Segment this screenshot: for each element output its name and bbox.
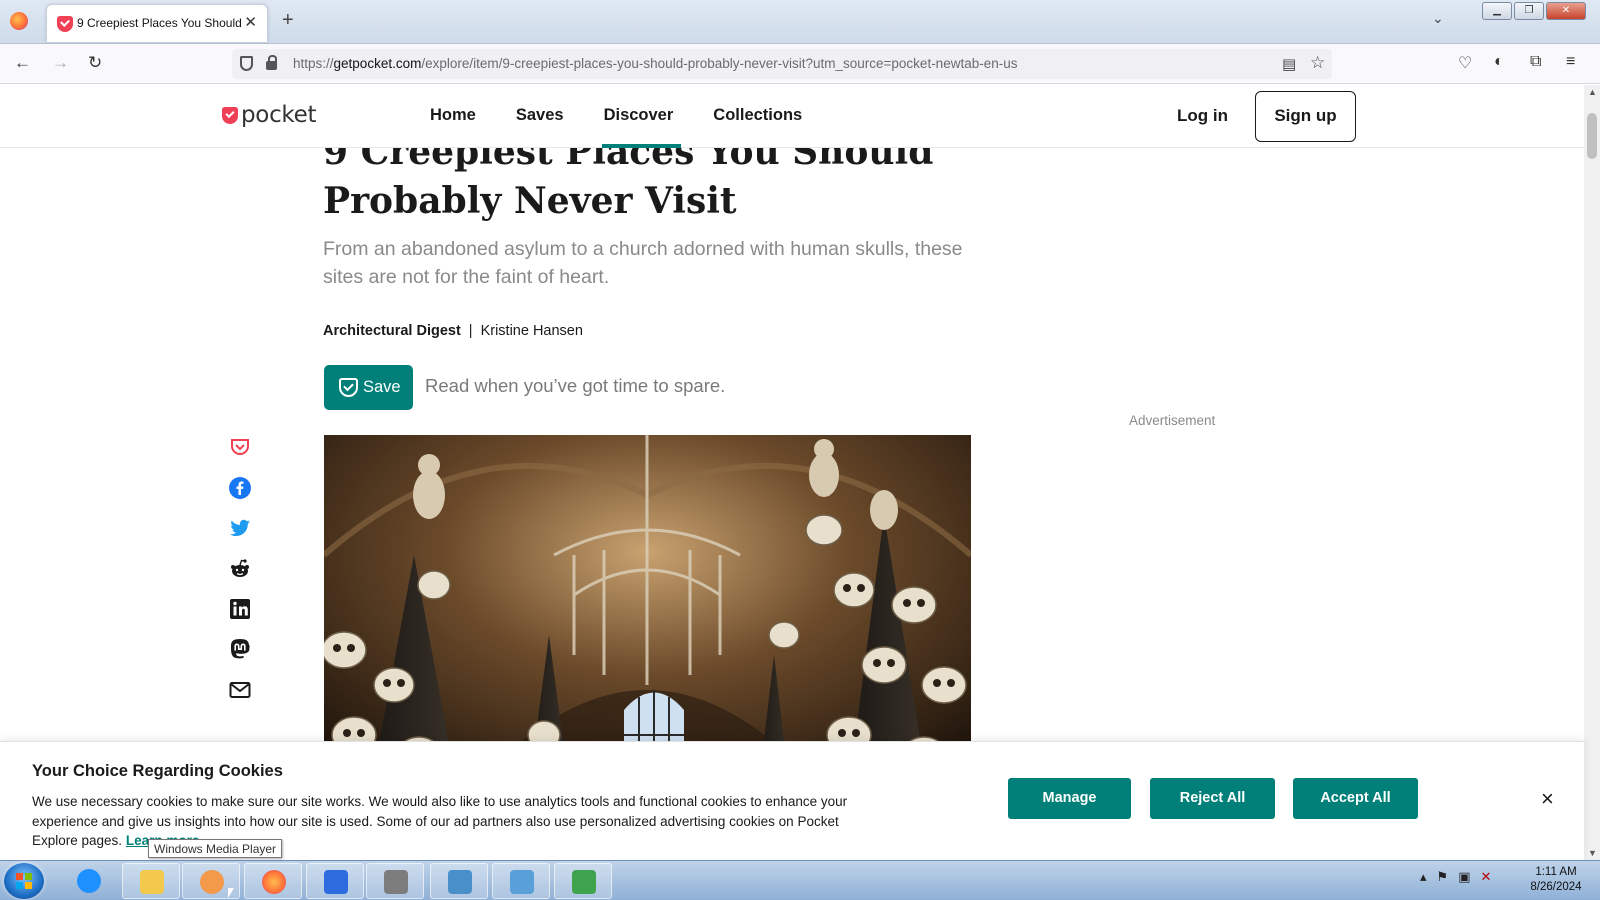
- nav-saves[interactable]: Saves: [516, 85, 564, 148]
- clock-date: 8/26/2024: [1530, 881, 1582, 893]
- windows-taskbar: ▴ ⚑ ▣ ✕ 1:11 AM 8/26/2024: [0, 860, 1600, 900]
- address-bar[interactable]: https://getpocket.com/explore/item/9-cre…: [232, 49, 1332, 79]
- save-label: Save: [363, 378, 401, 396]
- chevron-down-icon[interactable]: ⌄: [1432, 10, 1444, 27]
- taskbar-tooltip: Windows Media Player: [148, 839, 283, 858]
- windows-logo-icon: [16, 873, 32, 889]
- scroll-up-icon[interactable]: ▲: [1588, 87, 1597, 97]
- restore-button[interactable]: ❐: [1514, 2, 1544, 20]
- publisher[interactable]: Architectural Digest: [323, 323, 461, 339]
- manage-button[interactable]: Manage: [1008, 778, 1131, 819]
- forward-icon[interactable]: →: [52, 53, 69, 73]
- mouse-cursor: [228, 888, 234, 898]
- volume-muted-icon[interactable]: ✕: [1480, 869, 1491, 885]
- email-icon[interactable]: [228, 678, 252, 702]
- nav-home[interactable]: Home: [430, 85, 476, 148]
- back-icon[interactable]: ←: [14, 53, 31, 73]
- clock-time: 1:11 AM: [1535, 866, 1577, 878]
- reload-icon[interactable]: ↻: [88, 53, 102, 73]
- pocket-logo[interactable]: pocket: [222, 102, 316, 128]
- twitter-icon[interactable]: [228, 516, 252, 540]
- photo-app-icon[interactable]: [366, 863, 424, 899]
- save-note: Read when you’ve got time to spare.: [425, 375, 726, 396]
- pocket-toolbar-icon[interactable]: ♡: [1458, 53, 1472, 73]
- pocket-logo-icon: [222, 106, 238, 124]
- byline: Architectural Digest | Kristine Hansen: [323, 323, 583, 339]
- site-header: pocket Home Saves Discover Collections L…: [0, 85, 1584, 148]
- nav-collections[interactable]: Collections: [713, 85, 802, 148]
- login-link[interactable]: Log in: [1177, 106, 1228, 126]
- new-tab-icon[interactable]: +: [282, 9, 294, 32]
- byline-separator: |: [468, 323, 473, 339]
- close-window-button[interactable]: ✕: [1546, 2, 1586, 20]
- minimize-button[interactable]: ▁: [1482, 2, 1512, 20]
- cookie-title: Your Choice Regarding Cookies: [32, 762, 283, 780]
- url-host: getpocket.com: [333, 56, 422, 71]
- close-tab-icon[interactable]: ✕: [244, 13, 257, 31]
- pocket-favicon-icon: [57, 16, 73, 32]
- bookmark-star-icon[interactable]: ☆: [1310, 53, 1325, 73]
- browser-tab[interactable]: 9 Creepiest Places You Should Probably N…: [46, 4, 268, 42]
- chart-app-icon[interactable]: [554, 863, 612, 899]
- menu-icon[interactable]: ≡: [1566, 53, 1575, 71]
- accept-all-button[interactable]: Accept All: [1293, 778, 1418, 819]
- url-prefix: https://: [293, 56, 334, 71]
- internet-explorer-icon[interactable]: [60, 863, 118, 899]
- window-controls: ▁ ❐ ✕: [1482, 2, 1586, 20]
- author: Kristine Hansen: [480, 323, 583, 339]
- lock-icon[interactable]: [266, 55, 277, 70]
- facebook-icon[interactable]: [228, 476, 252, 500]
- start-button[interactable]: [4, 863, 44, 899]
- save-button[interactable]: Save: [324, 365, 413, 410]
- nav-discover[interactable]: Discover: [601, 85, 681, 148]
- browser-tab-bar: 9 Creepiest Places You Should Probably N…: [0, 0, 1600, 44]
- url-path: /explore/item/9-creepiest-places-you-sho…: [421, 56, 1018, 71]
- linkedin-icon[interactable]: [228, 597, 252, 621]
- network-icon[interactable]: ▣: [1458, 869, 1470, 885]
- pocket-save-icon: [339, 378, 358, 397]
- system-tray: ▴ ⚑ ▣ ✕: [1420, 869, 1491, 885]
- tray-expand-icon[interactable]: ▴: [1420, 869, 1427, 885]
- action-center-flag-icon[interactable]: ⚑: [1437, 869, 1449, 885]
- extensions-icon[interactable]: ⧉: [1530, 53, 1541, 71]
- browser-nav-bar: ← → ↻ https://getpocket.com/explore/item…: [0, 44, 1600, 84]
- article-subtitle: From an abandoned asylum to a church ado…: [323, 238, 963, 288]
- reject-all-button[interactable]: Reject All: [1150, 778, 1275, 819]
- control-panel-icon[interactable]: [492, 863, 550, 899]
- url-text[interactable]: https://getpocket.com/explore/item/9-cre…: [293, 56, 1017, 71]
- logo-text: pocket: [241, 102, 317, 128]
- page-scrollbar[interactable]: ▲ ▼: [1584, 85, 1600, 860]
- advertisement-label: Advertisement: [1129, 413, 1216, 428]
- reddit-icon[interactable]: [228, 557, 252, 581]
- image-viewer-icon[interactable]: [430, 863, 488, 899]
- scrollbar-thumb[interactable]: [1587, 113, 1597, 159]
- firefox-icon[interactable]: [10, 12, 28, 30]
- tracking-shield-icon[interactable]: [240, 56, 253, 71]
- signup-button[interactable]: Sign up: [1255, 91, 1356, 142]
- scroll-down-icon[interactable]: ▼: [1588, 848, 1597, 858]
- file-explorer-icon[interactable]: [122, 863, 180, 899]
- network-app-icon[interactable]: [306, 863, 364, 899]
- system-clock[interactable]: 1:11 AM 8/26/2024: [1522, 865, 1590, 895]
- reader-view-icon[interactable]: ▤: [1282, 55, 1296, 73]
- pocket-icon[interactable]: [228, 435, 252, 459]
- tab-title: 9 Creepiest Places You Should Probably N…: [77, 16, 245, 30]
- sync-icon[interactable]: ◐: [1494, 53, 1504, 71]
- close-icon[interactable]: ×: [1541, 786, 1554, 812]
- mastodon-icon[interactable]: [228, 637, 252, 661]
- main-nav: Home Saves Discover Collections: [430, 85, 842, 148]
- firefox-taskbar-icon[interactable]: [244, 863, 302, 899]
